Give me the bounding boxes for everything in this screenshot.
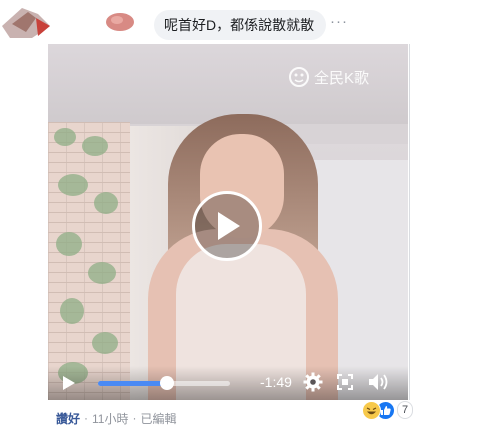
- comment-bubble: 呢首好D，都係說散就散: [154, 10, 327, 40]
- separator-dot: ·: [84, 411, 89, 425]
- video-controls: -1:49: [48, 366, 408, 400]
- like-link[interactable]: 讚好: [56, 410, 80, 427]
- haha-reaction-icon: [362, 400, 381, 420]
- fullscreen-icon[interactable]: [337, 374, 353, 390]
- progress-bar[interactable]: [98, 376, 230, 390]
- top-strip: 呢首好D，都係說散就散 ···: [0, 0, 494, 44]
- volume-icon[interactable]: [368, 373, 390, 391]
- watermark-text: 全民K歌: [314, 69, 370, 87]
- more-dots-icon[interactable]: ···: [330, 14, 348, 29]
- gear-icon[interactable]: [303, 372, 323, 392]
- video-frame-brick-wall: [48, 122, 130, 400]
- comment-actions: 讚好 · 11小時 · 已編輯: [56, 408, 177, 428]
- video-watermark: 全民K歌: [288, 66, 369, 88]
- time-remaining: -1:49: [260, 374, 292, 390]
- video-player[interactable]: 全民K歌 -1:49: [48, 44, 408, 400]
- comment-timestamp[interactable]: 11小時: [92, 410, 128, 427]
- sticker-fragment: [2, 8, 50, 38]
- reactions-summary[interactable]: 7: [362, 400, 414, 420]
- separator-dot: ·: [132, 411, 137, 425]
- progress-handle[interactable]: [159, 376, 174, 390]
- kge-logo-icon: [289, 67, 309, 87]
- edited-label[interactable]: 已編輯: [140, 410, 176, 427]
- comment-text: 呢首好D，都係說散就散: [164, 17, 315, 33]
- play-icon[interactable]: [62, 376, 76, 390]
- play-circle-icon[interactable]: [192, 191, 262, 261]
- sticker-fragment-2: [106, 13, 134, 31]
- reaction-count: 7: [397, 401, 414, 419]
- progress-fill: [98, 381, 167, 386]
- play-triangle: [218, 212, 240, 240]
